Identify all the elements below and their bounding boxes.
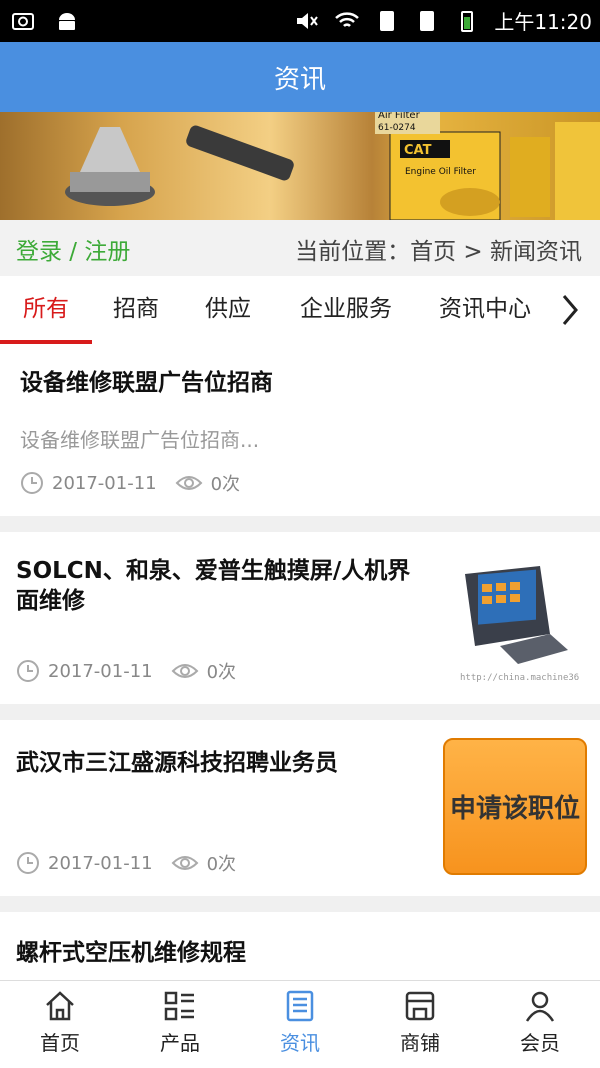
breadcrumb: 当前位置：首页 > 新闻资讯: [295, 239, 582, 265]
banner-artwork: CAT Engine Oil Filter Air Filter 61-0274: [65, 112, 600, 220]
category-tabs: 所有 招商 供应 企业服务 资讯中心: [0, 276, 600, 344]
status-time: 上午11:20: [494, 10, 592, 34]
login-register-link[interactable]: 登录 / 注册: [16, 232, 130, 266]
eye-icon: [171, 664, 199, 678]
nav-label: 产品: [160, 1031, 200, 1055]
article-date: 2017-01-11: [52, 472, 157, 494]
article-meta: 2017-01-11 0次: [20, 470, 240, 496]
eye-icon: [171, 856, 199, 870]
sim2-icon: [420, 10, 435, 31]
page-title: 资讯: [273, 64, 326, 95]
article-meta: 2017-01-11 0次: [16, 850, 236, 876]
thumbnail-caption: http://china.machine36: [460, 673, 579, 683]
nav-shops[interactable]: 商铺: [360, 989, 480, 1056]
clock-icon: [17, 852, 39, 874]
home-icon: [46, 991, 74, 1021]
article-title: 螺杆式空压机维修规程: [16, 940, 246, 966]
wifi-icon: [335, 11, 360, 27]
article-views: 0次: [206, 662, 237, 683]
nav-label: 商铺: [400, 1031, 440, 1055]
apply-position-thumbnail: 申请该职位: [443, 738, 587, 875]
article-summary: 设备维修联盟广告位招商...: [20, 428, 260, 452]
article-title: 设备维修联盟广告位招商: [20, 370, 273, 396]
screenshot-icon: [12, 13, 34, 30]
banner-air-filter-label: Air Filter: [378, 112, 421, 121]
article-card[interactable]: SOLCN、和泉、爱普生触摸屏/人机界面维修 2017-01-11 0次 htt…: [0, 532, 600, 704]
list-grid-icon: [164, 991, 194, 1021]
clock-icon: [17, 660, 39, 682]
location-bar: 登录 / 注册 当前位置：首页 > 新闻资讯: [0, 220, 600, 276]
clock-icon: [21, 472, 43, 494]
thumbnail-text: 申请该职位: [449, 794, 580, 824]
banner-image[interactable]: CAT Engine Oil Filter Air Filter 61-0274: [0, 112, 600, 220]
article-card[interactable]: 武汉市三江盛源科技招聘业务员 2017-01-11 0次 申请该职位: [0, 720, 600, 896]
nav-home[interactable]: 首页: [0, 989, 120, 1056]
user-icon: [525, 991, 555, 1022]
shop-icon: [405, 991, 435, 1021]
tab-investment[interactable]: 招商: [92, 276, 180, 344]
nav-products[interactable]: 产品: [120, 989, 240, 1056]
article-title: 武汉市三江盛源科技招聘业务员: [16, 750, 338, 776]
chevron-right-icon: [562, 295, 578, 325]
mute-icon: [297, 12, 319, 29]
status-bar: 上午11:20: [0, 0, 600, 42]
article-views: 0次: [210, 474, 241, 495]
article-card[interactable]: 设备维修联盟广告位招商 设备维修联盟广告位招商... 2017-01-11 0次: [0, 344, 600, 516]
tabs-next-button[interactable]: [540, 276, 600, 344]
article-views: 0次: [206, 854, 237, 875]
touchscreen-thumbnail: http://china.machine36: [440, 554, 580, 684]
tab-enterprise-service[interactable]: 企业服务: [280, 276, 412, 344]
news-icon: [286, 990, 314, 1022]
bottom-nav: 首页 产品 资讯 商铺 会员: [0, 980, 600, 1068]
eye-icon: [175, 476, 203, 490]
nav-label: 会员: [520, 1031, 560, 1055]
sim1-icon: [380, 10, 395, 31]
banner-filter-code: 61-0274: [378, 123, 416, 133]
tab-supply[interactable]: 供应: [182, 276, 274, 344]
battery-icon: [461, 10, 474, 32]
article-date: 2017-01-11: [48, 852, 153, 874]
nav-label: 首页: [40, 1031, 80, 1055]
android-icon: [59, 13, 75, 30]
app-bar: 资讯: [0, 42, 600, 112]
tab-all[interactable]: 所有: [0, 276, 92, 344]
banner-cat-logo: CAT: [404, 143, 432, 158]
article-meta: 2017-01-11 0次: [16, 658, 236, 684]
banner-oil-filter-label: Engine Oil Filter: [405, 167, 476, 177]
nav-member[interactable]: 会员: [480, 989, 600, 1056]
nav-label: 资讯: [280, 1031, 320, 1055]
article-title: SOLCN、和泉、爱普生触摸屏/人机界面维修: [16, 558, 411, 614]
tab-news-center[interactable]: 资讯中心: [420, 276, 550, 344]
article-date: 2017-01-11: [48, 660, 153, 682]
nav-news[interactable]: 资讯: [240, 989, 360, 1056]
